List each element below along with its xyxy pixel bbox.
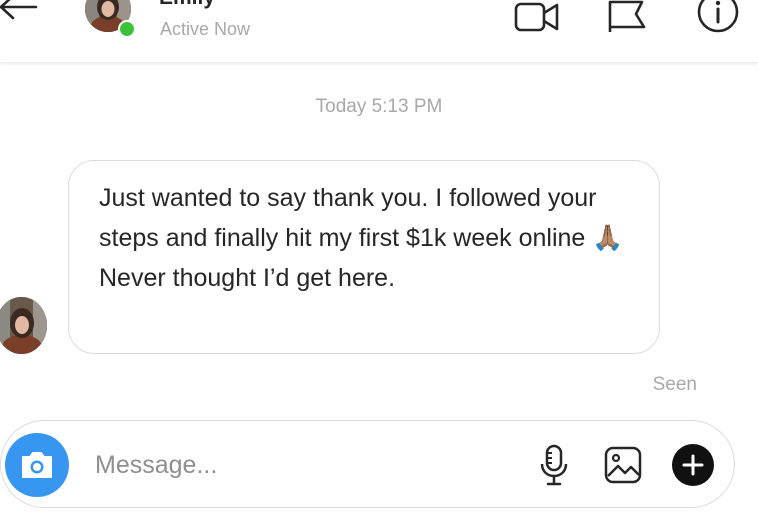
message-bubble[interactable]: Just wanted to say thank you. I followed… [68,160,660,354]
message-input[interactable] [93,445,517,485]
add-icon[interactable] [671,443,715,487]
message-composer [0,420,735,508]
chat-header: Emily Active Now [0,0,758,63]
back-arrow-icon[interactable] [0,0,42,24]
camera-button[interactable] [5,433,69,497]
camera-icon [22,452,52,478]
video-call-icon[interactable] [511,0,561,36]
image-icon[interactable] [601,443,645,487]
online-status-indicator [118,20,136,38]
sender-avatar[interactable] [0,297,47,354]
info-icon[interactable] [692,0,742,36]
active-status: Active Now [160,19,251,39]
microphone-icon[interactable] [532,443,576,487]
message-timestamp: Today 5:13 PM [315,96,443,117]
seen-indicator: Seen [652,374,697,395]
avatar-photo [0,297,47,354]
contact-name[interactable]: Emily [159,0,215,8]
message-text: Just wanted to say thank you. I followed… [99,184,624,292]
flag-icon[interactable] [602,0,652,36]
